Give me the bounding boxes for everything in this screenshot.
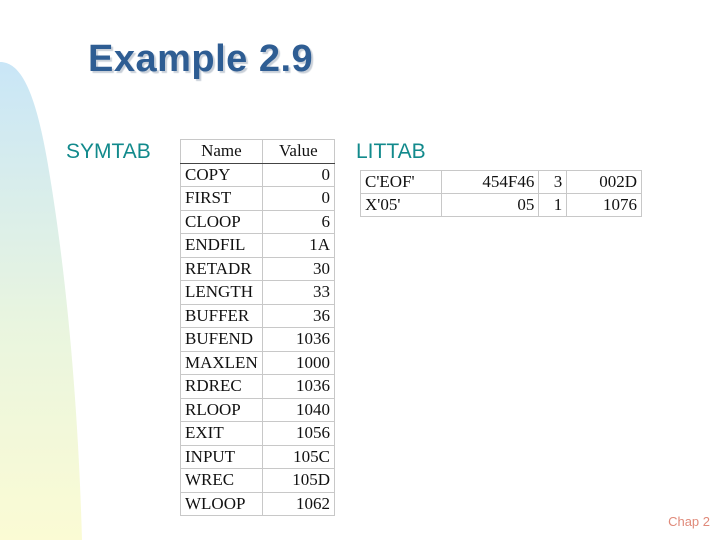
symtab-value-cell: 6: [261, 209, 336, 234]
symtab-row: BUFEND 1036: [180, 327, 336, 352]
symtab-row: EXIT 1056: [180, 421, 336, 446]
symtab-value-cell: 1000: [261, 350, 336, 375]
littab-length-cell: 3: [538, 170, 568, 194]
littab-length-cell: 1: [538, 193, 568, 217]
symtab-name-cell: BUFFER: [180, 303, 263, 328]
littab-literal-cell: X'05': [360, 193, 442, 217]
symtab-value-cell: 105C: [261, 444, 336, 469]
symtab-row: WLOOP 1062: [180, 491, 336, 516]
littab-address-cell: 1076: [566, 193, 642, 217]
symtab-row: WREC 105D: [180, 468, 336, 493]
symtab-value-cell: 1036: [261, 374, 336, 399]
symtab-row: FIRST 0: [180, 186, 336, 211]
symtab-name-cell: ENDFIL: [180, 233, 263, 258]
symtab-row: COPY 0: [180, 162, 336, 187]
symtab-name-cell: RETADR: [180, 256, 263, 281]
symtab-row: RETADR 30: [180, 256, 336, 281]
symtab-value-cell: 1040: [261, 397, 336, 422]
littab-literal-cell: C'EOF': [360, 170, 442, 194]
littab-row: C'EOF' 454F46 3 002D: [360, 170, 642, 194]
symtab-name-cell: INPUT: [180, 444, 263, 469]
symtab-row: RLOOP 1040: [180, 397, 336, 422]
symtab-name-cell: CLOOP: [180, 209, 263, 234]
symtab-name-cell: RDREC: [180, 374, 263, 399]
littab-label: LITTAB: [356, 140, 426, 163]
symtab-name-cell: WLOOP: [180, 491, 263, 516]
symtab-value-cell: 0: [261, 186, 336, 211]
littab-operand-cell: 05: [440, 193, 540, 217]
symtab-value-cell: 0: [261, 162, 336, 187]
symtab-name-cell: WREC: [180, 468, 263, 493]
symtab-value-cell: 105D: [261, 468, 336, 493]
symtab-value-cell: 36: [261, 303, 336, 328]
symtab-value-cell: 30: [261, 256, 336, 281]
symtab-row: INPUT 105C: [180, 444, 336, 469]
background-swoosh: [0, 62, 82, 540]
symtab-row: ENDFIL 1A: [180, 233, 336, 258]
slide-footer: Chap 2: [668, 514, 710, 529]
symtab-row: RDREC 1036: [180, 374, 336, 399]
littab-row: X'05' 05 1 1076: [360, 193, 642, 217]
symtab-row: LENGTH 33: [180, 280, 336, 305]
littab-operand-cell: 454F46: [440, 170, 540, 194]
symtab-row: CLOOP 6: [180, 209, 336, 234]
symtab-name-cell: FIRST: [180, 186, 263, 211]
symtab-row: MAXLEN 1000: [180, 350, 336, 375]
symtab-row: BUFFER 36: [180, 303, 336, 328]
symtab-name-cell: MAXLEN: [180, 350, 263, 375]
littab-table: C'EOF' 454F46 3 002D X'05' 05 1 1076: [360, 170, 642, 217]
symtab-name-cell: BUFEND: [180, 327, 263, 352]
symtab-header-value: Value: [261, 139, 336, 164]
symtab-value-cell: 1062: [261, 491, 336, 516]
symtab-value-cell: 33: [261, 280, 336, 305]
littab-address-cell: 002D: [566, 170, 642, 194]
symtab-name-cell: COPY: [180, 162, 263, 187]
symtab-value-cell: 1056: [261, 421, 336, 446]
symtab-name-cell: EXIT: [180, 421, 263, 446]
symtab-value-cell: 1036: [261, 327, 336, 352]
symtab-header-row: Name Value: [180, 139, 336, 164]
symtab-name-cell: LENGTH: [180, 280, 263, 305]
symtab-label: SYMTAB: [66, 140, 151, 163]
symtab-value-cell: 1A: [261, 233, 336, 258]
symtab-name-cell: RLOOP: [180, 397, 263, 422]
symtab-header-name: Name: [180, 139, 263, 164]
symtab-table: Name Value COPY 0 FIRST 0 CLOOP 6 ENDFIL 1A RETA…: [180, 139, 336, 516]
slide-title: Example 2.9: [88, 38, 314, 80]
